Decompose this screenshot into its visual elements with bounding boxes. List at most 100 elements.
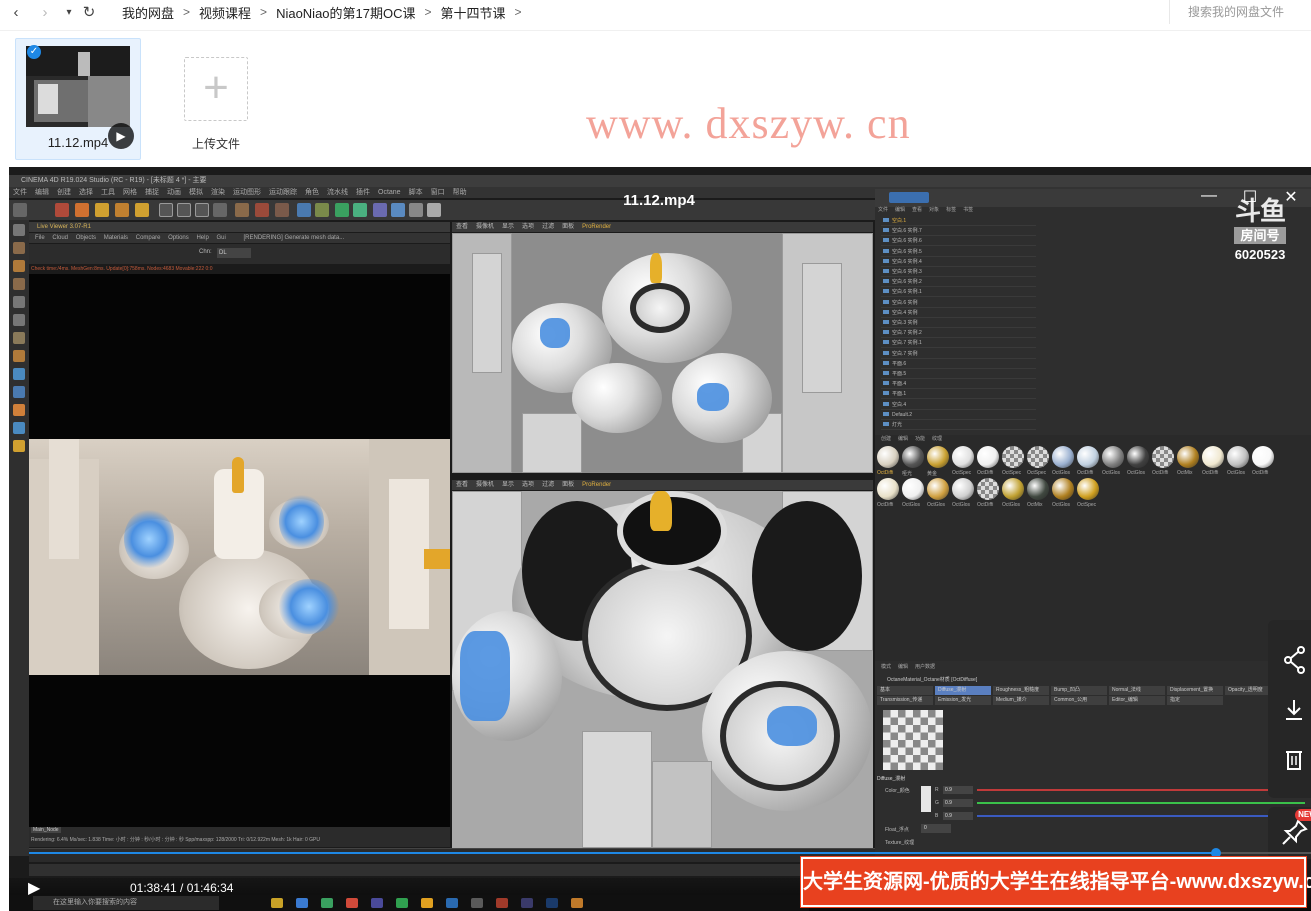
folder-icon[interactable] bbox=[271, 898, 283, 908]
attr-tab[interactable]: Common_公用 bbox=[1051, 696, 1107, 705]
material-swatch[interactable] bbox=[877, 446, 899, 468]
material-swatch[interactable] bbox=[1252, 446, 1274, 468]
outliner-row[interactable]: 空白.4 bbox=[881, 400, 1036, 410]
lv-menu-item[interactable]: Help bbox=[196, 235, 208, 241]
material-swatch[interactable] bbox=[1052, 446, 1074, 468]
app-icon[interactable] bbox=[521, 898, 533, 908]
upload-button[interactable]: + bbox=[184, 57, 248, 121]
viewport-menu-item[interactable]: 显示 bbox=[502, 224, 514, 230]
outliner-row[interactable]: 空白.7 实例.2 bbox=[881, 328, 1036, 339]
material-swatch[interactable] bbox=[1177, 446, 1199, 468]
material-swatch[interactable] bbox=[877, 478, 899, 500]
c4d-menu-item[interactable]: 帮助 bbox=[453, 189, 467, 196]
outliner-row[interactable]: 空白.7 实例.1 bbox=[881, 338, 1036, 349]
download-button[interactable] bbox=[1268, 688, 1311, 732]
outliner-row[interactable]: 空白.6 实例.3 bbox=[881, 267, 1036, 277]
attr-tab[interactable]: 基本 bbox=[877, 686, 933, 695]
breadcrumb-item[interactable]: NiaoNiao的第17期OC课 bbox=[267, 3, 424, 22]
upload-label[interactable]: 上传文件 bbox=[166, 135, 266, 152]
attr-tab[interactable]: Emission_发光 bbox=[935, 696, 991, 705]
rgb-value-field[interactable]: 0.9 bbox=[943, 799, 973, 807]
browser-icon[interactable] bbox=[296, 898, 308, 908]
viewport-menu-item[interactable]: 查看 bbox=[456, 224, 468, 230]
visibility-toggle[interactable] bbox=[172, 287, 192, 297]
visibility-toggle[interactable] bbox=[172, 216, 192, 226]
forward-icon[interactable]: › bbox=[35, 4, 55, 21]
outliner-row[interactable]: 平面.6 bbox=[881, 359, 1036, 369]
color-swatch[interactable] bbox=[921, 786, 931, 812]
material-swatch[interactable] bbox=[1002, 446, 1024, 468]
material-swatch[interactable] bbox=[1227, 446, 1249, 468]
c4d-menu-item[interactable]: 网格 bbox=[123, 189, 137, 196]
visibility-toggle[interactable] bbox=[172, 338, 192, 348]
c4d-menu-item[interactable]: Octane bbox=[378, 189, 401, 196]
close-icon[interactable]: ✕ bbox=[1281, 187, 1301, 207]
c4d-taskbar-icon[interactable] bbox=[471, 898, 483, 908]
breadcrumb-item[interactable]: 我的网盘 bbox=[113, 3, 183, 22]
attr-menu-item[interactable]: 编辑 bbox=[898, 664, 908, 670]
progress-bar[interactable] bbox=[29, 848, 1311, 858]
material-swatch[interactable] bbox=[952, 478, 974, 500]
breadcrumb-item[interactable]: 视频课程 bbox=[190, 3, 260, 22]
outliner-row[interactable]: Default.2 bbox=[881, 410, 1036, 420]
refresh-icon[interactable]: ↻ bbox=[79, 3, 99, 21]
visibility-toggle[interactable] bbox=[172, 236, 192, 246]
c4d-menu-item[interactable]: 选择 bbox=[79, 189, 93, 196]
c4d-menu-item[interactable]: 捕捉 bbox=[145, 189, 159, 196]
outliner-row[interactable]: 平面.1 bbox=[881, 389, 1036, 400]
c4d-menu-item[interactable]: 动画 bbox=[167, 189, 181, 196]
material-swatch[interactable] bbox=[952, 446, 974, 468]
material-swatch[interactable] bbox=[927, 478, 949, 500]
material-swatch[interactable] bbox=[977, 446, 999, 468]
material-menu-item[interactable]: 编辑 bbox=[898, 436, 908, 442]
viewport-top[interactable] bbox=[452, 233, 873, 473]
maximize-icon[interactable]: ☐ bbox=[1240, 187, 1260, 207]
material-swatch[interactable] bbox=[902, 478, 924, 500]
material-menu-item[interactable]: 纹理 bbox=[932, 436, 942, 442]
rgb-slider[interactable] bbox=[977, 815, 1305, 817]
outliner-row[interactable]: 空白.6 实例.7 bbox=[881, 226, 1036, 237]
viewport-menu-item[interactable]: 选项 bbox=[522, 482, 534, 488]
search-input[interactable]: 搜索我的网盘文件 bbox=[1169, 0, 1311, 24]
outliner-row[interactable]: 空白.1 bbox=[881, 216, 1036, 226]
attr-tab[interactable]: Bump_凹凸 bbox=[1051, 686, 1107, 695]
material-swatch[interactable] bbox=[977, 478, 999, 500]
viewport-menu-item[interactable]: 摄像机 bbox=[476, 482, 494, 488]
delete-button[interactable] bbox=[1268, 738, 1311, 782]
outliner-menu-item[interactable]: 查看 bbox=[912, 207, 922, 213]
outliner-row[interactable]: 空白.7 实例 bbox=[881, 349, 1036, 359]
back-icon[interactable]: ‹ bbox=[6, 4, 26, 21]
app-icon[interactable] bbox=[496, 898, 508, 908]
outliner-row[interactable]: 空白.3 实例 bbox=[881, 318, 1036, 328]
app-icon[interactable] bbox=[571, 898, 583, 908]
material-swatch[interactable] bbox=[902, 446, 924, 468]
c4d-menu-item[interactable]: 运动图形 bbox=[233, 189, 261, 196]
share-button[interactable] bbox=[1268, 638, 1311, 682]
minimize-icon[interactable]: — bbox=[1199, 187, 1219, 205]
attr-menu-item[interactable]: 用户数据 bbox=[915, 664, 935, 670]
outliner-menu-item[interactable]: 标签 bbox=[946, 207, 956, 213]
viewport-menu-item[interactable]: 显示 bbox=[502, 482, 514, 488]
material-swatch[interactable] bbox=[1027, 478, 1049, 500]
c4d-menu-item[interactable]: 创建 bbox=[57, 189, 71, 196]
c4d-menu-item[interactable]: 编辑 bbox=[35, 189, 49, 196]
file-item-selected[interactable]: ✓ ▶ 11.12.mp4 bbox=[15, 38, 141, 160]
visibility-toggle[interactable] bbox=[172, 267, 192, 277]
viewport-menu-item[interactable]: 查看 bbox=[456, 482, 468, 488]
material-swatch[interactable] bbox=[1052, 478, 1074, 500]
lv-menu-item[interactable]: Compare bbox=[136, 235, 161, 241]
photoshop-icon[interactable] bbox=[546, 898, 558, 908]
outliner-menu-item[interactable]: 书签 bbox=[963, 207, 973, 213]
outliner-menu-item[interactable]: 编辑 bbox=[895, 207, 905, 213]
outliner-menu-item[interactable]: 对象 bbox=[929, 207, 939, 213]
outliner-row[interactable]: 空白.6 实例.1 bbox=[881, 287, 1036, 298]
visibility-toggle[interactable] bbox=[172, 308, 192, 318]
channel-select[interactable]: DL bbox=[217, 248, 251, 258]
c4d-menu-item[interactable]: 文件 bbox=[13, 189, 27, 196]
c4d-menu-item[interactable]: 运动跟踪 bbox=[269, 189, 297, 196]
visibility-toggle[interactable] bbox=[172, 349, 192, 359]
viewport-menu-item[interactable]: ProRender bbox=[582, 482, 611, 488]
checkmark-icon[interactable]: ✓ bbox=[27, 45, 41, 59]
c4d-menu-item[interactable]: 渲染 bbox=[211, 189, 225, 196]
visibility-toggle[interactable] bbox=[172, 247, 192, 257]
